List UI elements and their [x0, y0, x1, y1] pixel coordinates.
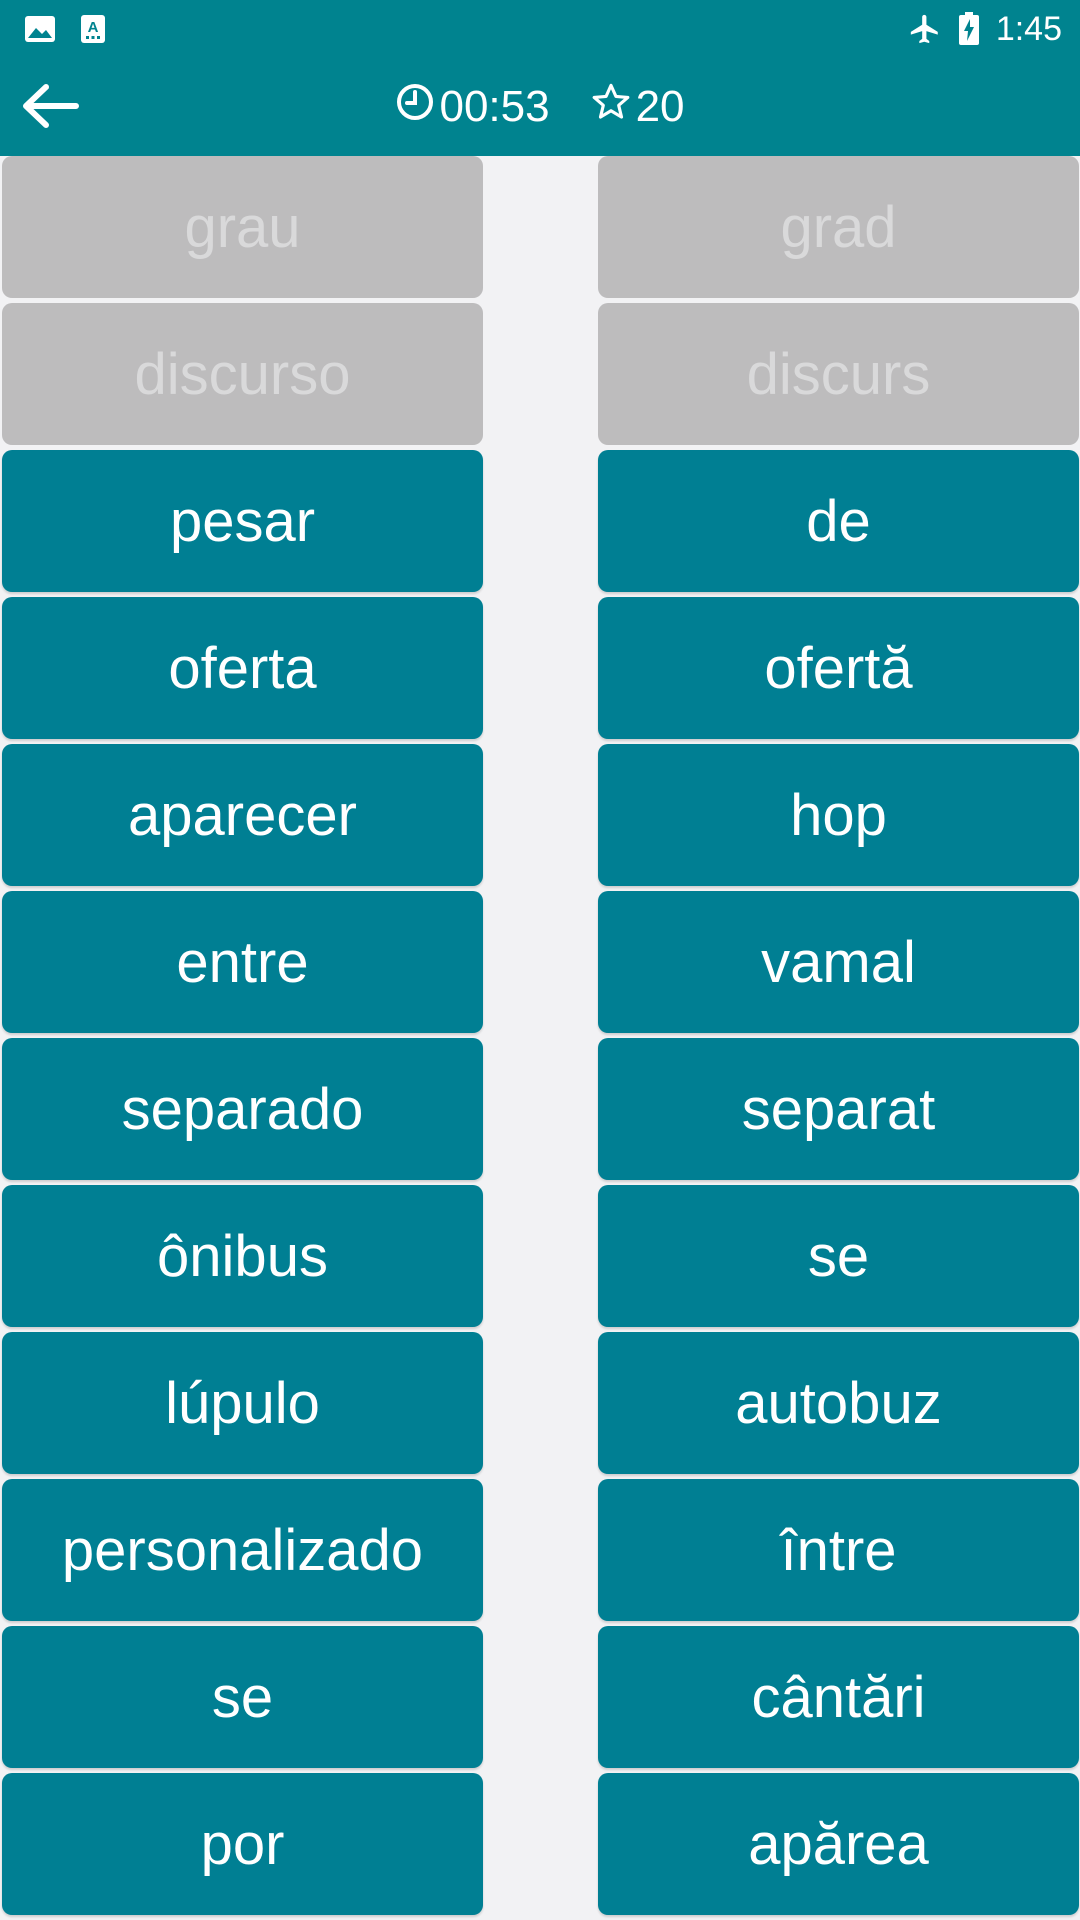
right-word-tile[interactable]: discurs [598, 303, 1079, 445]
left-word-tile[interactable]: se [2, 1626, 483, 1768]
left-word-tile[interactable]: entre [2, 891, 483, 1033]
status-bar: A 1:45 [0, 0, 1080, 58]
right-word-tile[interactable]: ofertă [598, 597, 1079, 739]
left-word-tile[interactable]: oferta [2, 597, 483, 739]
right-word-tile[interactable]: se [598, 1185, 1079, 1327]
left-word-tile[interactable]: lúpulo [2, 1332, 483, 1474]
image-icon [24, 15, 56, 43]
right-word-tile[interactable]: grad [598, 156, 1079, 298]
left-word-tile[interactable]: pesar [2, 450, 483, 592]
app-store-icon: A [80, 14, 106, 44]
app-bar: 00:53 20 [0, 58, 1080, 156]
right-word-tile[interactable]: între [598, 1479, 1079, 1621]
left-word-tile[interactable]: separado [2, 1038, 483, 1180]
timer: 00:53 [395, 82, 550, 133]
right-word-tile[interactable]: autobuz [598, 1332, 1079, 1474]
battery-charging-icon [958, 12, 980, 46]
right-word-tile[interactable]: separat [598, 1038, 1079, 1180]
right-word-tile[interactable]: vamal [598, 891, 1079, 1033]
left-word-tile[interactable]: aparecer [2, 744, 483, 886]
right-word-tile[interactable]: de [598, 450, 1079, 592]
left-word-tile[interactable]: por [2, 1773, 483, 1915]
right-word-tile[interactable]: apărea [598, 1773, 1079, 1915]
right-word-tile[interactable]: hop [598, 744, 1079, 886]
right-word-tile[interactable]: cântări [598, 1626, 1079, 1768]
star-icon [590, 81, 632, 134]
status-time: 1:45 [995, 9, 1062, 48]
score-value: 20 [635, 82, 685, 131]
left-word-tile[interactable]: ônibus [2, 1185, 483, 1327]
score: 20 [590, 81, 685, 134]
clock-icon [395, 82, 435, 133]
left-word-tile[interactable]: personalizado [2, 1479, 483, 1621]
left-word-tile[interactable]: grau [2, 156, 483, 298]
left-word-tile[interactable]: discurso [2, 303, 483, 445]
airplane-icon [908, 12, 942, 46]
timer-value: 00:53 [439, 82, 550, 131]
word-match-grid: grau discurso pesar oferta aparecer entr… [0, 156, 1080, 1920]
svg-text:A: A [88, 19, 99, 36]
